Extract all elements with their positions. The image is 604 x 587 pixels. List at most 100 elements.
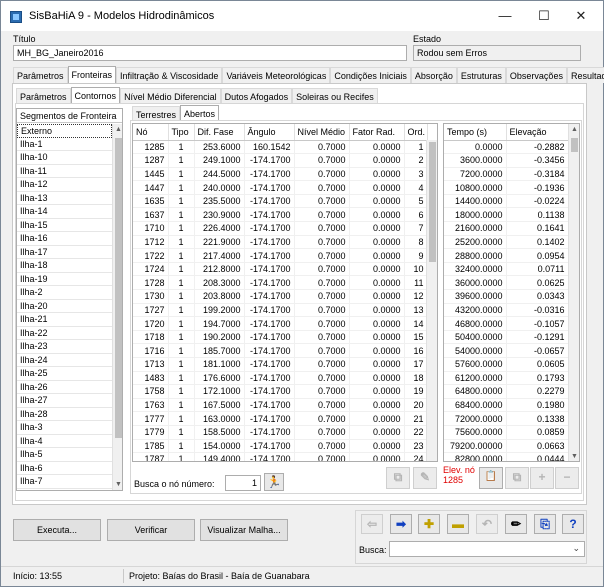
- table-row[interactable]: 1763 1 167.5000 -174.1700 0.7000 0.0000 20: [133, 398, 428, 413]
- list-item[interactable]: Ilha-5: [17, 448, 112, 462]
- list-item[interactable]: Ilha-4: [17, 435, 112, 448]
- table-cell[interactable]: -174.1700: [244, 194, 295, 209]
- table-row[interactable]: 7200.0000 -0.3184: [444, 167, 569, 182]
- table-cell[interactable]: 7200.0000: [444, 167, 507, 182]
- table-cell[interactable]: 23: [404, 439, 428, 454]
- table-cell[interactable]: 1287: [133, 153, 169, 168]
- maximize-button[interactable]: ☐: [527, 5, 561, 27]
- nodes-column-header[interactable]: Tipo: [168, 124, 195, 141]
- table-cell[interactable]: 0.7000: [294, 194, 350, 209]
- list-item[interactable]: Externo: [17, 124, 112, 138]
- table-cell[interactable]: 0.0444: [506, 452, 569, 461]
- nodes-scroll-thumb[interactable]: [429, 142, 436, 262]
- table-cell[interactable]: 1777: [133, 411, 169, 426]
- list-item[interactable]: Ilha-23: [17, 340, 112, 354]
- table-cell[interactable]: 1730: [133, 289, 169, 304]
- table-cell[interactable]: 1637: [133, 207, 169, 223]
- table-cell[interactable]: 75600.0000: [444, 425, 507, 440]
- table-cell[interactable]: 1722: [133, 248, 169, 263]
- table-cell[interactable]: -174.1700: [244, 221, 295, 236]
- list-item[interactable]: Ilha-27: [17, 394, 112, 408]
- table-cell[interactable]: 1: [168, 140, 195, 155]
- table-cell[interactable]: 230.9000: [194, 207, 245, 223]
- table-cell[interactable]: 0.7000: [294, 248, 350, 263]
- table-cell[interactable]: 240.0000: [194, 180, 245, 195]
- table-cell[interactable]: 0.0000: [349, 316, 405, 331]
- tab-main-1[interactable]: Fronteiras: [67, 66, 117, 83]
- table-cell[interactable]: 1724: [133, 262, 169, 277]
- nodes-column-header[interactable]: Nó: [133, 124, 169, 141]
- table-cell[interactable]: 15: [404, 330, 428, 345]
- time-scroll-thumb[interactable]: [571, 138, 578, 152]
- table-row[interactable]: 18000.0000 0.1138: [444, 207, 569, 223]
- table-cell[interactable]: -174.1700: [244, 275, 295, 291]
- table-cell[interactable]: -174.1700: [244, 303, 295, 318]
- table-cell[interactable]: 0.0000: [349, 343, 405, 358]
- minimize-button[interactable]: —: [488, 5, 522, 27]
- table-cell[interactable]: -0.1057: [506, 316, 569, 331]
- table-cell[interactable]: 0.0000: [349, 221, 405, 236]
- table-cell[interactable]: 1: [168, 357, 195, 372]
- table-cell[interactable]: 0.0000: [349, 384, 405, 399]
- list-item[interactable]: Ilha-7: [17, 475, 112, 489]
- table-cell[interactable]: 0.0000: [349, 262, 405, 277]
- table-row[interactable]: 1730 1 203.8000 -174.1700 0.7000 0.0000 12: [133, 289, 428, 304]
- table-cell[interactable]: -174.1700: [244, 384, 295, 399]
- table-cell[interactable]: 0.7000: [294, 262, 350, 277]
- table-cell[interactable]: 1: [168, 248, 195, 263]
- table-cell[interactable]: 1710: [133, 221, 169, 236]
- table-row[interactable]: 14400.0000 -0.0224: [444, 194, 569, 209]
- table-row[interactable]: 43200.0000 -0.0316: [444, 303, 569, 318]
- remove-row-icon[interactable]: −: [555, 467, 579, 489]
- table-cell[interactable]: 1447: [133, 180, 169, 195]
- table-cell[interactable]: 24: [404, 452, 428, 461]
- table-cell[interactable]: 20: [404, 398, 428, 413]
- table-cell[interactable]: 68400.0000: [444, 398, 507, 413]
- nodes-column-header[interactable]: Ord.: [404, 124, 428, 141]
- table-cell[interactable]: 1: [168, 289, 195, 304]
- nodes-column-header[interactable]: Fator Rad.: [349, 124, 405, 141]
- table-cell[interactable]: 0.7000: [294, 398, 350, 413]
- table-cell[interactable]: -0.1291: [506, 330, 569, 345]
- table-cell[interactable]: 199.2000: [194, 303, 245, 318]
- table-row[interactable]: 79200.00000 0.0663: [444, 439, 569, 454]
- busca-no-input[interactable]: 1: [225, 475, 261, 491]
- list-item[interactable]: Ilha-12: [17, 178, 112, 192]
- table-cell[interactable]: 6: [404, 207, 428, 223]
- table-cell[interactable]: 1: [168, 411, 195, 426]
- table-row[interactable]: 75600.0000 0.0859: [444, 425, 569, 440]
- table-cell[interactable]: 12: [404, 289, 428, 304]
- table-cell[interactable]: 1727: [133, 303, 169, 318]
- table-row[interactable]: 64800.0000 0.2279: [444, 384, 569, 399]
- table-cell[interactable]: 149.4000: [194, 452, 245, 461]
- nodes-grid[interactable]: Nó Tipo Dif. Fase Ângulo Nível Médio Fator Ra…: [132, 123, 438, 462]
- table-row[interactable]: 1779 1 158.5000 -174.1700 0.7000 0.0000 22: [133, 425, 428, 440]
- table-cell[interactable]: 0.7000: [294, 330, 350, 345]
- table-cell[interactable]: 163.0000: [194, 411, 245, 426]
- table-cell[interactable]: 0.0000: [349, 235, 405, 250]
- table-cell[interactable]: 1: [168, 371, 195, 386]
- list-item[interactable]: Ilha-1: [17, 138, 112, 151]
- table-cell[interactable]: 1: [168, 316, 195, 331]
- list-item[interactable]: Ilha-25: [17, 367, 112, 381]
- table-cell[interactable]: 172.1000: [194, 384, 245, 399]
- table-row[interactable]: 1447 1 240.0000 -174.1700 0.7000 0.0000 4: [133, 180, 428, 195]
- table-cell[interactable]: 10: [404, 262, 428, 277]
- table-cell[interactable]: -0.1936: [506, 180, 569, 195]
- table-cell[interactable]: 0.7000: [294, 357, 350, 372]
- table-cell[interactable]: 0.7000: [294, 303, 350, 318]
- table-cell[interactable]: -0.0224: [506, 194, 569, 209]
- table-cell[interactable]: 61200.0000: [444, 371, 507, 386]
- table-cell[interactable]: 1: [168, 398, 195, 413]
- table-row[interactable]: 1777 1 163.0000 -174.1700 0.7000 0.0000 21: [133, 411, 428, 426]
- table-cell[interactable]: 25200.0000: [444, 235, 507, 250]
- table-cell[interactable]: 1763: [133, 398, 169, 413]
- table-cell[interactable]: 5: [404, 194, 428, 209]
- list-item[interactable]: Ilha-28: [17, 408, 112, 421]
- table-cell[interactable]: 1: [168, 221, 195, 236]
- nodes-column-header[interactable]: Nível Médio: [294, 124, 350, 141]
- table-row[interactable]: 50400.0000 -0.1291: [444, 330, 569, 345]
- table-row[interactable]: 1728 1 208.3000 -174.1700 0.7000 0.0000 11: [133, 275, 428, 291]
- table-cell[interactable]: 39600.0000: [444, 289, 507, 304]
- segments-scrollbar[interactable]: ▲ ▼: [112, 124, 122, 490]
